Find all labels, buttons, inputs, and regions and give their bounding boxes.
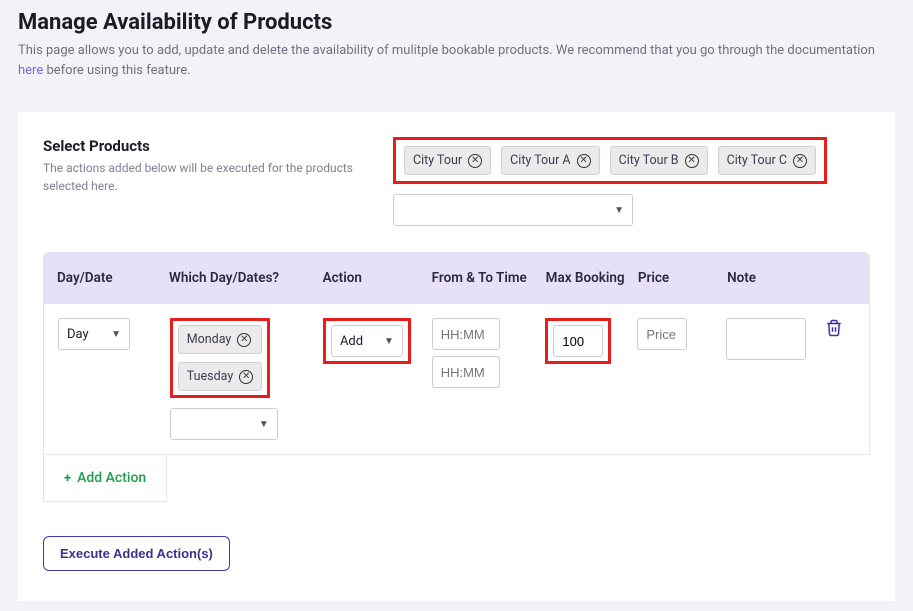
execute-actions-button[interactable]: Execute Added Action(s) <box>43 536 230 571</box>
to-time-input[interactable] <box>432 356 500 388</box>
remove-chip-icon[interactable]: ✕ <box>237 333 251 347</box>
delete-row-button[interactable] <box>825 327 843 342</box>
col-note: Note <box>727 270 826 286</box>
col-action: Action <box>323 270 432 286</box>
col-daydate: Day/Date <box>57 270 169 286</box>
dropdown-value: Day <box>67 327 89 342</box>
chip-label: City Tour A <box>510 153 570 168</box>
max-booking-input[interactable] <box>553 325 603 357</box>
product-chip[interactable]: City Tour C ✕ <box>718 146 816 175</box>
remove-chip-icon[interactable]: ✕ <box>793 154 807 168</box>
which-days-highlight: Monday ✕ Tuesday ✕ <box>170 318 271 398</box>
from-time-input[interactable] <box>432 318 500 350</box>
chevron-down-icon: ▼ <box>614 205 624 216</box>
remove-chip-icon[interactable]: ✕ <box>468 154 482 168</box>
add-action-label: Add Action <box>77 470 146 486</box>
day-chip[interactable]: Tuesday ✕ <box>178 362 263 391</box>
action-row: Day ▼ Monday ✕ Tuesday ✕ <box>43 304 870 455</box>
page-title: Manage Availability of Products <box>18 10 895 35</box>
col-price: Price <box>638 270 727 286</box>
main-card: Select Products The actions added below … <box>18 112 895 601</box>
select-products-desc: The actions added below will be executed… <box>43 159 373 195</box>
note-input[interactable] <box>726 318 806 360</box>
remove-chip-icon[interactable]: ✕ <box>239 370 253 384</box>
plus-icon: + <box>64 471 71 486</box>
col-which: Which Day/Dates? <box>169 270 323 286</box>
add-action-button[interactable]: + Add Action <box>43 455 167 502</box>
selected-products-highlight: City Tour ✕ City Tour A ✕ City Tour B ✕ … <box>393 137 827 184</box>
which-day-dropdown[interactable]: ▼ <box>170 408 278 440</box>
col-max: Max Booking <box>546 270 638 286</box>
day-chip[interactable]: Monday ✕ <box>178 325 263 354</box>
action-highlight: Add ▼ <box>323 318 411 364</box>
action-select[interactable]: Add ▼ <box>331 325 403 357</box>
documentation-link[interactable]: here <box>18 63 43 78</box>
daydate-select[interactable]: Day ▼ <box>58 318 130 350</box>
product-chip[interactable]: City Tour ✕ <box>404 146 491 175</box>
max-booking-highlight <box>545 318 611 364</box>
price-input[interactable] <box>637 318 687 350</box>
page-subtitle: This page allows you to add, update and … <box>18 41 895 80</box>
chevron-down-icon: ▼ <box>384 336 394 347</box>
remove-chip-icon[interactable]: ✕ <box>577 154 591 168</box>
actions-table-header: Day/Date Which Day/Dates? Action From & … <box>43 252 870 304</box>
chip-label: City Tour <box>413 153 462 168</box>
page-subtitle-text-after: before using this feature. <box>43 63 190 78</box>
select-products-heading: Select Products <box>43 137 373 155</box>
chip-label: City Tour C <box>727 153 787 168</box>
chevron-down-icon: ▼ <box>259 419 269 430</box>
chip-label: Monday <box>187 332 232 347</box>
chip-label: Tuesday <box>187 369 234 384</box>
page-subtitle-text-before: This page allows you to add, update and … <box>18 43 875 58</box>
dropdown-value: Add <box>340 334 363 349</box>
trash-icon <box>825 318 843 338</box>
product-chip[interactable]: City Tour B ✕ <box>610 146 708 175</box>
remove-chip-icon[interactable]: ✕ <box>685 154 699 168</box>
chevron-down-icon: ▼ <box>111 329 121 340</box>
product-select-dropdown[interactable]: ▼ <box>393 194 633 226</box>
product-chip[interactable]: City Tour A ✕ <box>501 146 599 175</box>
chip-label: City Tour B <box>619 153 679 168</box>
col-ft: From & To Time <box>432 270 546 286</box>
